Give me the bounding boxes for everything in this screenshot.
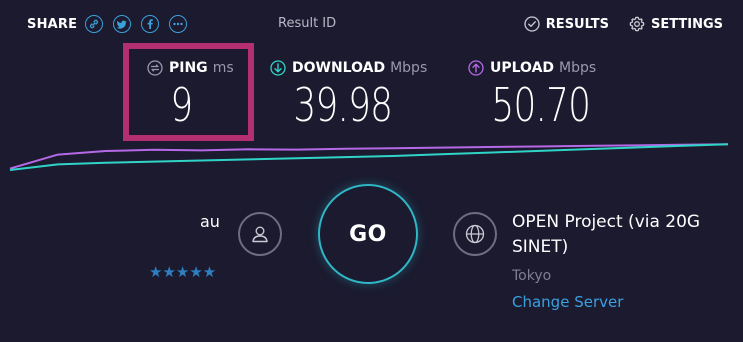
gear-icon	[629, 16, 645, 32]
speedtest-results-screen: SHARE Result ID RESULTS SETTINGS PING ms…	[0, 0, 743, 342]
share-label: SHARE	[27, 16, 78, 32]
globe-icon	[465, 224, 485, 244]
rating-stars: ★★★★★	[149, 263, 217, 281]
download-metric: DOWNLOAD Mbps 39.98	[270, 58, 427, 128]
upload-value: 50.70	[491, 78, 591, 132]
link-icon[interactable]	[85, 15, 104, 33]
upload-unit: Mbps	[559, 60, 597, 76]
download-label: DOWNLOAD	[292, 60, 386, 76]
download-header: DOWNLOAD Mbps	[270, 58, 427, 78]
ping-highlight-box	[123, 43, 254, 141]
share-bar: SHARE	[27, 13, 197, 35]
user-icon	[252, 226, 268, 243]
check-circle-icon	[524, 16, 540, 32]
upload-arrow-icon	[468, 60, 484, 76]
settings-label: SETTINGS	[650, 16, 723, 32]
top-nav: RESULTS SETTINGS	[504, 13, 723, 35]
isp-avatar	[238, 212, 282, 256]
upload-label: UPLOAD	[490, 60, 555, 76]
isp-rating[interactable]: ★★★★★	[149, 264, 217, 280]
speed-graph	[9, 143, 729, 171]
server-name: OPEN Project (via 20G SINET)	[512, 212, 701, 257]
more-icon[interactable]	[169, 15, 188, 33]
facebook-icon[interactable]	[141, 15, 160, 33]
download-arrow-icon	[270, 60, 286, 76]
results-button[interactable]: RESULTS	[524, 16, 609, 32]
server-globe-avatar	[453, 212, 497, 256]
server-location: Tokyo	[512, 268, 552, 284]
upload-header: UPLOAD Mbps	[468, 58, 625, 78]
change-server-link[interactable]: Change Server	[512, 293, 623, 311]
results-label: RESULTS	[545, 16, 609, 32]
go-button[interactable]: GO	[318, 184, 418, 284]
download-value: 39.98	[293, 78, 393, 132]
download-unit: Mbps	[390, 60, 428, 76]
twitter-icon[interactable]	[113, 15, 132, 33]
upload-metric: UPLOAD Mbps 50.70	[468, 58, 625, 128]
result-id-label: Result ID	[278, 16, 337, 31]
settings-button[interactable]: SETTINGS	[629, 16, 723, 32]
isp-name: au	[200, 212, 220, 231]
